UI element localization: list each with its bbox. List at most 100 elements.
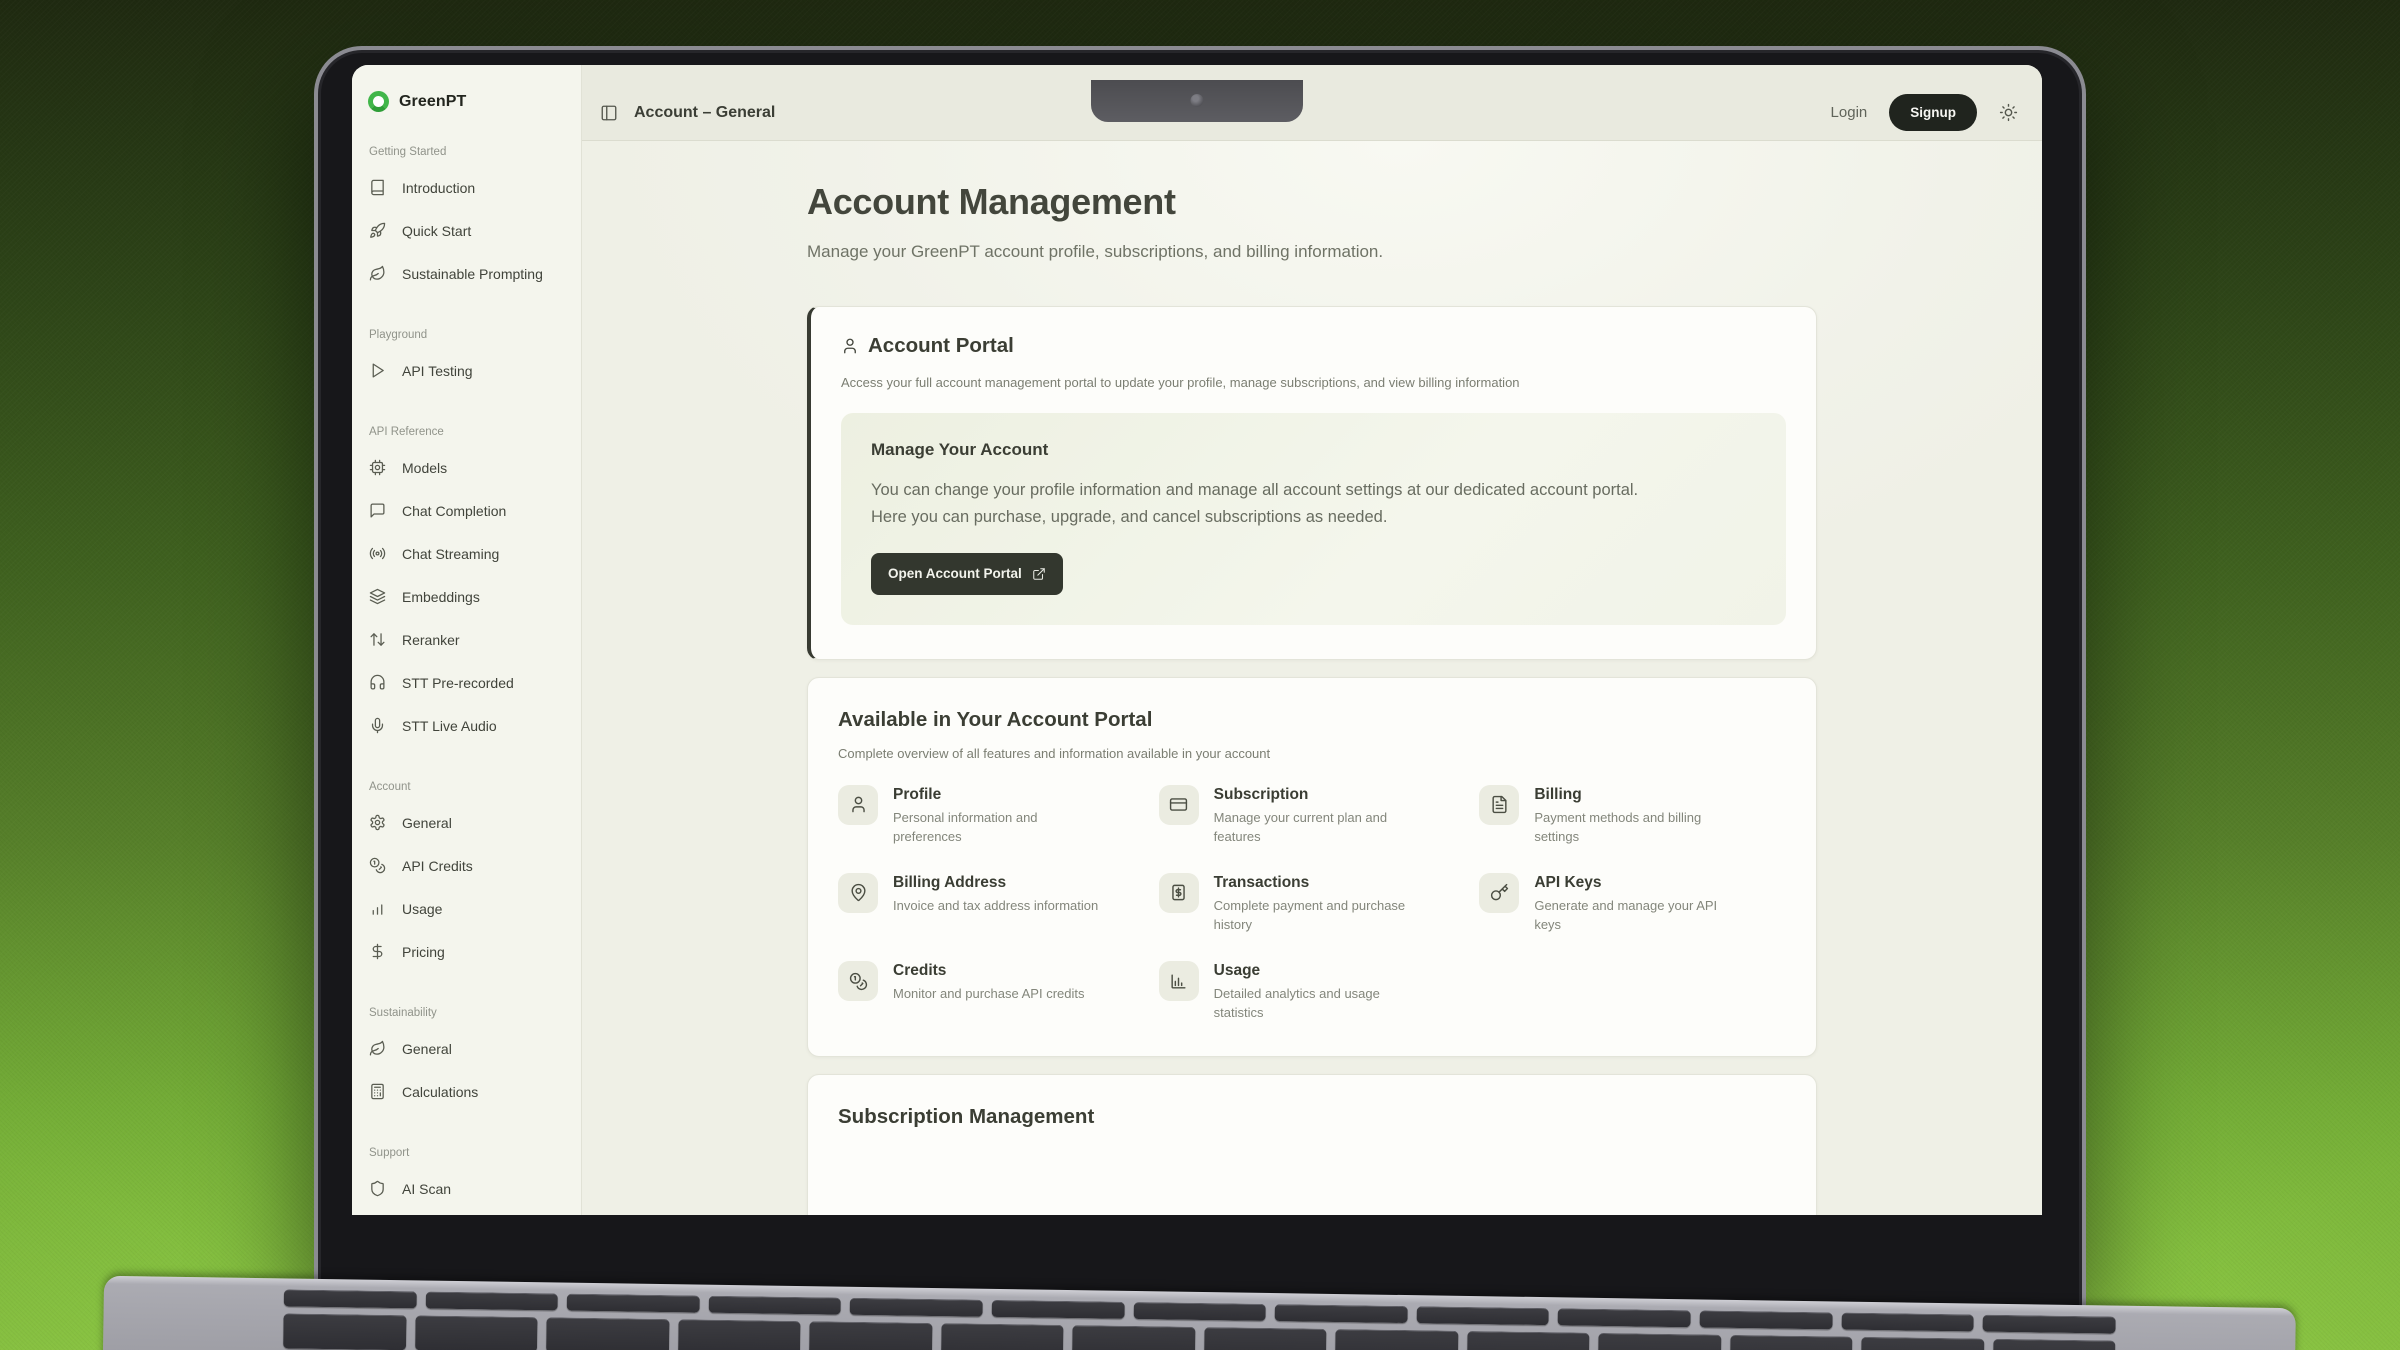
sidebar-item-label: Usage (402, 901, 442, 917)
sidebar: GreenPT Getting StartedIntroductionQuick… (352, 65, 582, 1215)
feature-title: Credits (893, 962, 1085, 980)
theme-toggle-icon[interactable] (1999, 103, 2018, 122)
keyboard-key (1983, 1315, 2116, 1334)
radio-icon (369, 545, 386, 562)
feature-profile: Profile Personal information and preferen… (838, 785, 1145, 846)
feature-title: Profile (893, 786, 1099, 804)
sidebar-item-quick-start[interactable]: Quick Start (366, 209, 569, 252)
sidebar-item-chat-streaming[interactable]: Chat Streaming (366, 532, 569, 575)
keyboard-key (1072, 1325, 1195, 1350)
laptop-lid: GreenPT Getting StartedIntroductionQuick… (314, 46, 2086, 1310)
feature-api-keys: API KeysGenerate and manage your API key… (1479, 873, 1786, 934)
app-root: GreenPT Getting StartedIntroductionQuick… (352, 65, 2042, 1215)
keyboard-key (1335, 1329, 1458, 1350)
mic-icon (369, 717, 386, 734)
keyboard-key (1275, 1304, 1408, 1323)
account-portal-description: Access your full account management port… (841, 375, 1786, 390)
layers-icon (369, 588, 386, 605)
sidebar-item-introduction[interactable]: Introduction (366, 166, 569, 209)
sidebar-item-label: Sustainable Prompting (402, 266, 543, 282)
keyboard-key (567, 1294, 700, 1313)
manage-account-body: You can change your profile information … (871, 477, 1641, 532)
keyboard-key (1992, 1339, 2115, 1350)
sidebar-item-label: Calculations (402, 1084, 478, 1100)
headphones-icon (369, 674, 386, 691)
keyboard-key (850, 1298, 983, 1317)
sidebar-section-playground: Playground API Testing (366, 329, 569, 392)
sidebar-item-label: General (402, 1041, 452, 1057)
play-icon (369, 362, 386, 379)
feature-description: Personal information and preferences (893, 808, 1099, 846)
sidebar-item-stt-pre-recorded[interactable]: STT Pre-recorded (366, 661, 569, 704)
cpu-icon (369, 459, 386, 476)
keyboard-key (1466, 1331, 1589, 1350)
rocket-icon (369, 222, 386, 239)
sidebar-item-api-testing[interactable]: API Testing (366, 349, 569, 392)
sidebar-item-embeddings[interactable]: Embeddings (366, 575, 569, 618)
sidebar-item-sustainable-prompting[interactable]: Sustainable Prompting (366, 252, 569, 295)
desktop-background: GreenPT Getting StartedIntroductionQuick… (0, 0, 2400, 1350)
sidebar-item-label: STT Pre-recorded (402, 675, 514, 691)
sidebar-item-api-credits[interactable]: API Credits (366, 844, 569, 887)
page-subtitle: Manage your GreenPT account profile, sub… (807, 242, 1817, 262)
sidebar-item-ai-scan[interactable]: AI Scan (366, 1167, 569, 1210)
sidebar-item-usage[interactable]: Usage (366, 887, 569, 930)
arrow-up-down-icon (369, 631, 386, 648)
map-pin-icon (838, 873, 878, 913)
keyboard-key (708, 1296, 841, 1315)
book-icon (369, 179, 386, 196)
feature-title: Transactions (1214, 874, 1420, 892)
sidebar-item-general[interactable]: General (366, 1027, 569, 1070)
dollar-icon (369, 943, 386, 960)
feature-usage: UsageDetailed analytics and usage statis… (1159, 961, 1466, 1022)
main-column: Account – General Login Signup Account M… (582, 65, 2042, 1215)
feature-description: Detailed analytics and usage statistics (1214, 984, 1420, 1022)
sidebar-item-chat-completion[interactable]: Chat Completion (366, 489, 569, 532)
sidebar-item-label: API Credits (402, 858, 473, 874)
sidebar-item-calculations[interactable]: Calculations (366, 1070, 569, 1113)
sidebar-item-general[interactable]: General (366, 801, 569, 844)
sidebar-item-stt-live-audio[interactable]: STT Live Audio (366, 704, 569, 747)
sidebar-item-reranker[interactable]: Reranker (366, 618, 569, 661)
camera-notch (1091, 80, 1303, 122)
keyboard-key (992, 1300, 1125, 1319)
portal-features-card: Available in Your Account Portal Complet… (807, 677, 1817, 1058)
sidebar-section-label: Playground (366, 329, 569, 341)
keyboard-key (809, 1321, 932, 1350)
keyboard-key (940, 1323, 1063, 1350)
keyboard-key (1700, 1310, 1833, 1329)
user-icon (838, 785, 878, 825)
feature-title: Billing (1534, 786, 1740, 804)
keyboard-key (678, 1319, 801, 1350)
keyboard-key (1598, 1333, 1721, 1350)
open-account-portal-button[interactable]: Open Account Portal (871, 553, 1063, 595)
sidebar-toggle-icon[interactable] (600, 104, 618, 122)
brand-logo[interactable]: GreenPT (366, 91, 569, 112)
coins-icon (369, 857, 386, 874)
sidebar-item-label: STT Live Audio (402, 718, 497, 734)
feature-description: Payment methods and billing settings (1534, 808, 1740, 846)
features-grid: Profile Personal information and preferen… (838, 785, 1786, 1023)
receipt-icon (1159, 873, 1199, 913)
main-content: Account Management Manage your GreenPT a… (582, 141, 2042, 1215)
sidebar-item-models[interactable]: Models (366, 446, 569, 489)
account-portal-card: Account Portal Access your full account … (807, 306, 1817, 660)
sidebar-item-label: Introduction (402, 180, 475, 196)
keyboard-key (284, 1289, 417, 1308)
file-text-icon (1479, 785, 1519, 825)
sidebar-item-pricing[interactable]: Pricing (366, 930, 569, 973)
feature-title: API Keys (1534, 874, 1740, 892)
manage-account-panel: Manage Your Account You can change your … (841, 413, 1786, 625)
keyboard-key (1133, 1302, 1266, 1321)
feature-description: Invoice and tax address information (893, 896, 1098, 915)
feature-credits: CreditsMonitor and purchase API credits (838, 961, 1145, 1022)
login-link[interactable]: Login (1831, 104, 1868, 121)
keyboard-key (1841, 1313, 1974, 1332)
feature-title: Billing Address (893, 874, 1098, 892)
sidebar-section-label: Sustainability (366, 1007, 569, 1019)
greenpt-logo-icon (368, 91, 389, 112)
signup-button[interactable]: Signup (1889, 94, 1977, 131)
keyboard-key (1861, 1337, 1984, 1350)
page-title: Account Management (807, 181, 1817, 223)
sidebar-item-label: Chat Completion (402, 503, 506, 519)
